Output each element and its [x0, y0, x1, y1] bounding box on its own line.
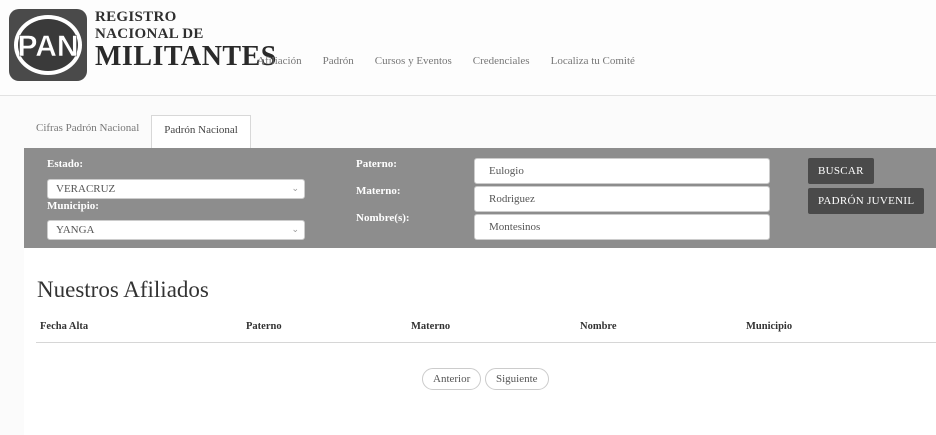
main-nav: Afiliación Padrón Cursos y Eventos Crede… [257, 55, 656, 67]
materno-label: Materno: [356, 185, 401, 197]
estado-label: Estado: [47, 158, 84, 170]
municipio-value: YANGA [56, 224, 95, 236]
nav-afiliacion[interactable]: Afiliación [257, 55, 302, 67]
chevron-down-icon: ⌄ [291, 224, 299, 234]
brand-line-1: REGISTRO [95, 9, 177, 25]
materno-input[interactable]: Rodriguez [474, 186, 770, 212]
paterno-input[interactable]: Eulogio [474, 158, 770, 184]
col-materno: Materno [411, 321, 451, 332]
tab-bar: Cifras Padrón Nacional Padrón Nacional [24, 114, 251, 148]
paterno-label: Paterno: [356, 158, 397, 170]
col-paterno: Paterno [246, 321, 282, 332]
nav-credenciales[interactable]: Credenciales [473, 55, 530, 67]
brand-line-2: NACIONAL DE [95, 26, 204, 42]
buscar-button[interactable]: BUSCAR [808, 158, 874, 184]
col-nombre: Nombre [580, 321, 617, 332]
estado-select[interactable]: VERACRUZ ⌄ [47, 179, 305, 199]
nav-localiza-comite[interactable]: Localiza tu Comité [551, 55, 635, 67]
col-fecha-alta: Fecha Alta [40, 321, 89, 332]
nav-cursos-eventos[interactable]: Cursos y Eventos [375, 55, 452, 67]
chevron-down-icon: ⌄ [291, 183, 299, 193]
tab-cifras-padron[interactable]: Cifras Padrón Nacional [24, 114, 151, 147]
col-municipio: Municipio [746, 321, 793, 332]
table-header-divider [36, 342, 936, 343]
results-title: Nuestros Afiliados [37, 277, 209, 302]
municipio-label: Municipio: [47, 200, 99, 212]
tab-padron-nacional[interactable]: Padrón Nacional [151, 115, 251, 148]
padron-juvenil-button[interactable]: PADRÓN JUVENIL [808, 188, 925, 214]
nav-padron[interactable]: Padrón [323, 55, 354, 67]
pan-logo[interactable]: PAN [9, 9, 87, 81]
estado-value: VERACRUZ [56, 183, 116, 195]
siguiente-button[interactable]: Siguiente [485, 368, 549, 390]
site-header: PAN REGISTRO NACIONAL DE MILITANTES Afil… [0, 0, 936, 96]
anterior-button[interactable]: Anterior [422, 368, 482, 390]
brand-title: REGISTRO NACIONAL DE MILITANTES [95, 10, 277, 71]
brand-line-3: MILITANTES [95, 41, 277, 72]
municipio-select[interactable]: YANGA ⌄ [47, 220, 305, 240]
nombre-input[interactable]: Montesinos [474, 214, 770, 240]
nombre-label: Nombre(s): [356, 212, 410, 224]
logo-text: PAN [17, 30, 78, 63]
